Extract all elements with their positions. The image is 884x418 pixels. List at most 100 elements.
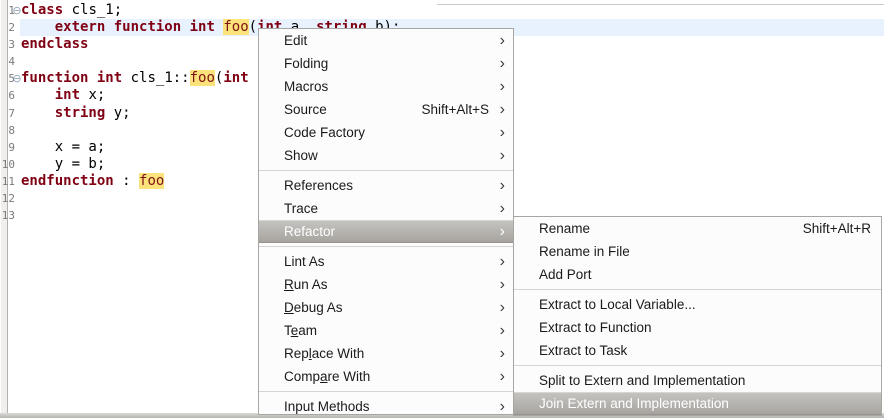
menu-item-label: Rename [539,221,591,236]
menu-item-edit[interactable]: Edit › [259,29,513,52]
line-number: 8 [8,123,15,137]
code-token: cls_1:: [122,70,190,87]
line-number: 3 [8,38,15,52]
submenu-arrow-icon: › [499,176,505,194]
occurrence-highlight: foo [189,70,215,87]
code-token: class [21,2,64,18]
line-number: 10 [1,157,15,171]
menu-item-references[interactable]: References › [259,174,513,197]
line-number-ruler[interactable]: 1 2 3 4 5 6 7 8 9 10 11 12 13 [0,2,16,224]
menu-item-label: Team [284,323,318,338]
code-line-1[interactable]: class cls_1; [21,2,400,19]
code-token: y = b; [21,155,106,172]
code-token: ( [248,19,258,36]
menu-item-split-to-extern-and-implementation[interactable]: Split to Extern and Implementation [514,369,881,392]
code-token: int [189,19,215,36]
refactor-submenu: Rename Shift+Alt+R Rename in File Add Port E… [513,216,882,416]
code-token: int [54,87,81,104]
submenu-arrow-icon: › [499,275,505,293]
code-token: extern [54,19,106,36]
context-menu: Edit › Folding › Macros › Source Shift+Alt+S › Co… [258,28,514,415]
menu-item-label: Join Extern and Implementation [539,396,729,411]
line-number: 6 [8,89,15,103]
menu-item-label: Extract to Task [539,343,628,358]
menu-item-label: Lint As [284,254,325,269]
menu-item-label: Extract to Function [539,320,652,335]
code-token: int [96,70,123,87]
submenu-arrow-icon: › [499,222,505,240]
menu-item-source[interactable]: Source Shift+Alt+S › [259,98,513,121]
menu-item-refactor[interactable]: Refactor › [259,220,513,243]
menu-item-label: Add Port [539,267,592,282]
menu-item-input-methods[interactable]: Input Methods › [259,395,513,415]
menu-item-label: Macros [284,79,329,94]
code-token: x = a; [21,138,106,155]
menu-item-shortcut: Shift+Alt+R [802,221,871,236]
submenu-arrow-icon: › [499,123,505,141]
menu-item-debug-as[interactable]: Debug As › [259,296,513,319]
window-edge-line [437,4,884,5]
menu-item-label: References [284,178,354,193]
menu-item-label: Folding [284,56,329,71]
menu-item-extract-to-task[interactable]: Extract to Task [514,339,881,362]
code-token: function [21,70,89,87]
line-number: 7 [8,106,15,120]
menu-item-team[interactable]: Team › [259,319,513,342]
occurrence-highlight: foo [139,172,165,189]
line-number: 13 [1,209,15,223]
menu-item-label: Run As [284,277,328,292]
menu-separator [514,286,881,293]
menu-item-compare-with[interactable]: Compare With › [259,365,513,388]
code-token: : [113,172,140,189]
menu-separator [259,167,513,174]
submenu-arrow-icon: › [499,252,505,270]
menu-item-label: Replace With [284,346,365,361]
submenu-arrow-icon: › [499,397,505,415]
menu-item-trace[interactable]: Trace › [259,197,513,220]
ide-window: 1 2 3 4 5 6 7 8 9 10 11 12 13 ⊖ ⊖ class cls_1; extern… [0,0,884,418]
menu-separator [259,243,513,250]
code-token: string [54,104,106,121]
menu-item-label: Edit [284,33,308,48]
menu-item-replace-with[interactable]: Replace With › [259,342,513,365]
code-token: endclass [21,36,89,53]
menu-item-rename[interactable]: Rename Shift+Alt+R [514,217,881,240]
submenu-arrow-icon: › [499,367,505,385]
menu-item-label: Trace [284,201,319,216]
submenu-arrow-icon: › [499,54,505,72]
code-token: endfunction [21,172,114,189]
menu-item-label: Split to Extern and Implementation [539,373,746,388]
menu-item-shortcut: Shift+Alt+S [421,102,489,117]
code-token: function [113,19,182,36]
submenu-arrow-icon: › [499,321,505,339]
menu-item-label: Compare With [284,369,371,384]
menu-item-add-port[interactable]: Add Port [514,263,881,286]
submenu-arrow-icon: › [499,146,505,164]
code-token: int [223,70,249,87]
submenu-arrow-icon: › [499,298,505,316]
code-token: y; [105,104,131,121]
occurrence-highlight: foo [223,19,249,36]
menu-item-extract-to-local-variable[interactable]: Extract to Local Variable... [514,293,881,316]
menu-item-macros[interactable]: Macros › [259,75,513,98]
line-number: 9 [8,140,15,154]
menu-item-label: Refactor [284,224,336,239]
submenu-arrow-icon: › [499,344,505,362]
menu-item-rename-in-file[interactable]: Rename in File [514,240,881,263]
line-number: 2 [8,21,15,35]
menu-item-show[interactable]: Show › [259,144,513,167]
menu-separator [514,362,881,369]
menu-item-join-extern-and-implementation[interactable]: Join Extern and Implementation [514,392,881,415]
menu-item-folding[interactable]: Folding › [259,52,513,75]
code-token: cls_1; [63,2,123,18]
menu-item-code-factory[interactable]: Code Factory › [259,121,513,144]
menu-item-label: Input Methods [284,399,370,414]
submenu-arrow-icon: › [499,100,505,118]
menu-item-lint-as[interactable]: Lint As › [259,250,513,273]
menu-item-extract-to-function[interactable]: Extract to Function [514,316,881,339]
menu-item-run-as[interactable]: Run As › [259,273,513,296]
